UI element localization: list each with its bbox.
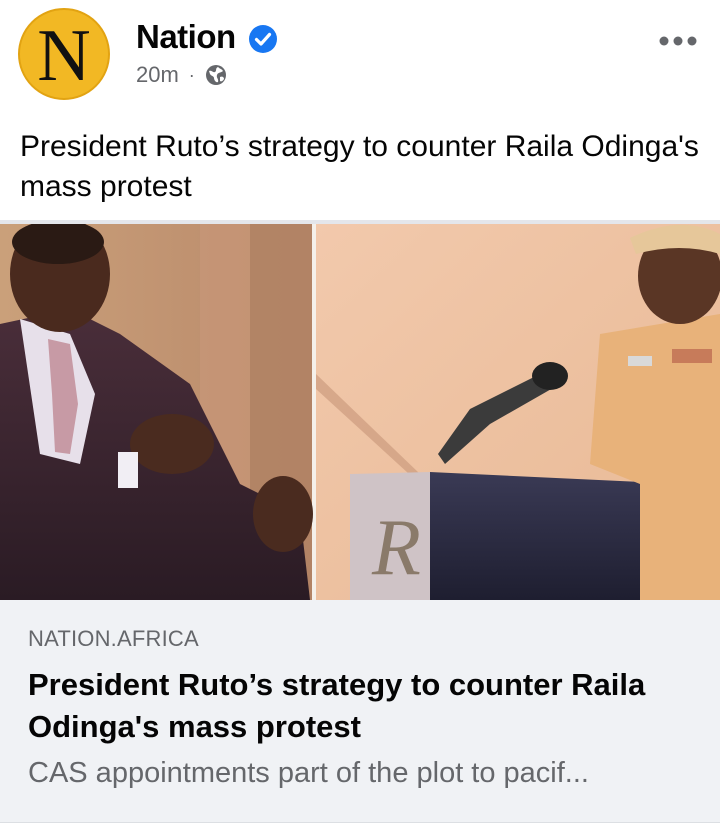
link-description: CAS appointments part of the plot to pac… [28,757,589,789]
avatar-letter: N [37,15,91,97]
post-meta: 20m · [136,62,227,88]
link-title[interactable]: President Ruto’s strategy to counter Rai… [28,664,698,748]
verified-badge-icon [249,25,277,53]
page-avatar[interactable]: N [18,8,110,100]
article-photo: R [0,224,720,600]
article-image[interactable]: R [0,224,720,600]
meta-separator: · [188,64,195,85]
globe-icon [205,65,226,85]
link-preview[interactable]: NATION.AFRICA President Ruto’s strategy … [0,600,720,823]
page-name[interactable]: Nation [136,18,236,56]
post-header: N Nation 20m · [0,0,720,118]
link-domain: NATION.AFRICA [28,626,199,651]
more-options-icon[interactable] [658,34,698,48]
post-timestamp[interactable]: 20m [136,62,179,88]
podium-logo: R [371,504,421,592]
post-text: President Ruto’s strategy to counter Rai… [20,130,699,203]
